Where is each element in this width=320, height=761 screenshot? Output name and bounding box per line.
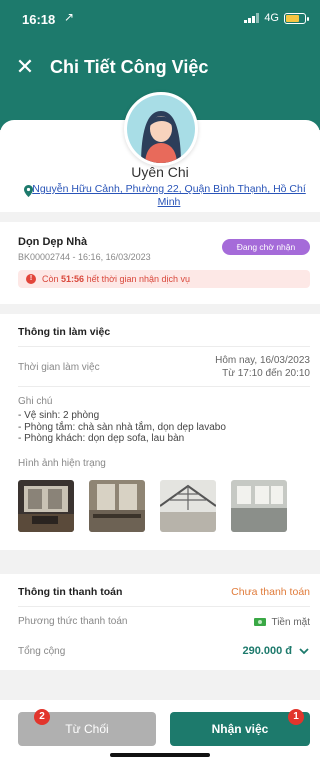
divider bbox=[18, 606, 310, 607]
status-bar: 16:18 ↗ 4G bbox=[0, 0, 320, 40]
location-arrow-icon: ↗ bbox=[64, 10, 75, 24]
work-time-label: Thời gian làm việc bbox=[18, 362, 100, 373]
user-name: Uyên Chi bbox=[131, 164, 189, 180]
photos-label: Hình ảnh hiện trạng bbox=[18, 458, 106, 469]
bottom-action-bar: Từ Chối 2 Nhận việc 1 bbox=[0, 700, 320, 761]
reject-label: Từ Chối bbox=[65, 722, 109, 736]
work-time-range: Từ 17:10 đến 20:10 bbox=[222, 368, 310, 379]
network-label: 4G bbox=[264, 12, 279, 24]
signal-icon bbox=[244, 13, 260, 23]
job-title: Dọn Dẹp Nhà bbox=[18, 236, 88, 248]
cash-icon bbox=[254, 618, 267, 627]
accept-number-badge: 1 bbox=[288, 709, 304, 725]
photo-thumbnail[interactable] bbox=[89, 480, 145, 532]
countdown-banner: ! Còn 51:56 hết thời gian nhận dịch vụ bbox=[18, 270, 310, 288]
payment-method-text: Tiền mặt bbox=[271, 617, 310, 628]
work-info-card: Thông tin làm việc Thời gian làm việc Hô… bbox=[0, 314, 320, 550]
user-avatar-illustration bbox=[127, 95, 195, 163]
total-label: Tổng cộng bbox=[18, 646, 66, 657]
note-line: - Phòng tắm: chà sàn nhà tắm, dọn dẹp la… bbox=[18, 421, 226, 433]
note-line: - Phòng khách: dọn dẹp sofa, lau bàn bbox=[18, 433, 185, 444]
photo-thumbnail[interactable] bbox=[18, 480, 74, 532]
address-link[interactable]: Nguyễn Hữu Cảnh, Phường 22, Quận Bình Th… bbox=[24, 183, 314, 209]
divider bbox=[18, 386, 310, 387]
photo-thumbnail[interactable] bbox=[231, 480, 287, 532]
countdown-suffix: hết thời gian nhận dịch vụ bbox=[86, 274, 191, 284]
job-card: Dọn Dẹp Nhà BK00002744 - 16:16, 16/03/20… bbox=[0, 222, 320, 304]
work-time-value: Hôm nay, 16/03/2023 Từ 17:10 đến 20:10 bbox=[215, 354, 310, 380]
status-time: 16:18 bbox=[22, 12, 56, 27]
status-right: 4G bbox=[244, 12, 309, 24]
payment-status: Chưa thanh toán bbox=[231, 586, 310, 598]
payment-method-value: Tiền mặt bbox=[254, 616, 310, 629]
chevron-down-icon[interactable] bbox=[298, 645, 310, 657]
close-icon[interactable]: ✕ bbox=[14, 56, 36, 78]
home-indicator bbox=[110, 753, 210, 757]
battery-icon bbox=[284, 12, 309, 24]
payment-title: Thông tin thanh toán bbox=[18, 586, 123, 598]
status-badge: Đang chờ nhận bbox=[222, 239, 310, 255]
job-code: BK00002744 - 16:16, 16/03/2023 bbox=[18, 252, 151, 262]
accept-label: Nhận việc bbox=[211, 722, 269, 736]
total-row[interactable]: Tổng cộng 290.000 đ bbox=[0, 634, 320, 670]
photo-gallery bbox=[18, 480, 287, 532]
reject-number-badge: 2 bbox=[34, 709, 50, 725]
countdown-prefix: Còn bbox=[42, 274, 59, 284]
avatar bbox=[124, 92, 198, 166]
work-date: Hôm nay, 16/03/2023 bbox=[215, 355, 310, 366]
note-text: - Vệ sinh: 2 phòng - Phòng tắm: chà sàn … bbox=[18, 410, 226, 445]
note-label: Ghi chú bbox=[18, 396, 53, 407]
countdown-time: 51:56 bbox=[61, 274, 85, 284]
total-value: 290.000 đ bbox=[242, 645, 292, 657]
note-line: - Vệ sinh: 2 phòng bbox=[18, 410, 100, 421]
work-info-title: Thông tin làm việc bbox=[18, 326, 111, 338]
divider bbox=[18, 346, 310, 347]
photo-thumbnail[interactable] bbox=[160, 480, 216, 532]
alert-icon: ! bbox=[26, 274, 36, 284]
page-title: Chi Tiết Công Việc bbox=[50, 57, 209, 77]
payment-method-label: Phương thức thanh toán bbox=[18, 616, 128, 627]
